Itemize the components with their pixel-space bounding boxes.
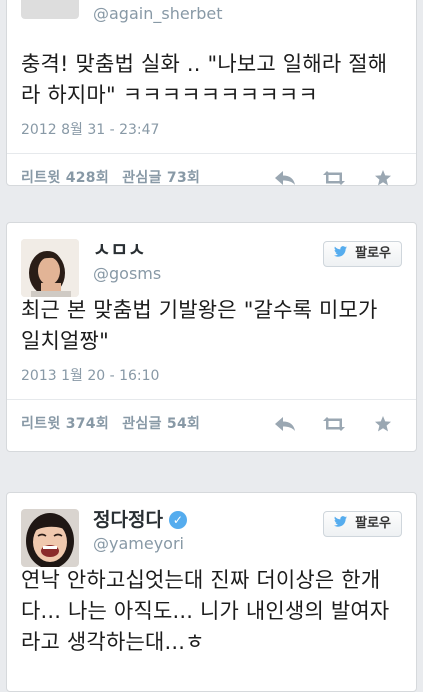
tweet-counts: 리트윗 374회 관심글 54회 [21, 413, 200, 433]
user-handle[interactable]: @gosms [93, 263, 161, 285]
follow-button[interactable]: 팔로우 [322, 241, 402, 267]
tweet-stats: 리트윗 374회 관심글 54회 [7, 400, 416, 444]
reply-icon[interactable] [268, 408, 302, 436]
tweet-card: @again_sherbet 충격! 맞춤법 실화 .. "나보고 일해라 절해… [6, 0, 417, 186]
display-name[interactable]: ㅅㅁㅅ [93, 237, 145, 263]
tweet-date[interactable]: 2013 1월 20 - 16:10 [7, 367, 416, 385]
follow-button[interactable]: 팔로우 [322, 511, 402, 537]
retweet-icon[interactable] [317, 408, 351, 436]
tweet-text: 최근 본 맞춤법 기발왕은 "갈수록 미모가 일치얼짱" [21, 298, 378, 353]
display-name[interactable]: 정다정다 [93, 507, 163, 533]
tweet-text: 연낙 안하고십엇는대 진짜 더이상은 한개다... 나는 아직도... 니가 내… [21, 568, 390, 654]
user-handle[interactable]: @again_sherbet [93, 3, 223, 25]
favorite-count[interactable]: 관심글 54회 [122, 416, 200, 432]
retweet-icon[interactable] [317, 162, 351, 190]
tweet-actions [258, 162, 400, 190]
star-icon[interactable] [366, 408, 400, 436]
twitter-bird-icon [333, 246, 352, 261]
tweet-header: @again_sherbet [7, 0, 416, 49]
avatar[interactable] [21, 239, 79, 297]
favorite-count[interactable]: 관심글 73회 [122, 170, 200, 186]
reply-icon[interactable] [268, 162, 302, 190]
retweet-count[interactable]: 리트윗 428회 [21, 170, 109, 186]
tweet-stats: 리트윗 428회 관심글 73회 [7, 154, 416, 198]
tweet-date[interactable]: 2012 8월 31 - 23:47 [7, 121, 416, 139]
user-handle[interactable]: @yameyori [93, 533, 187, 555]
tweet-text: 충격! 맞춤법 실화 .. "나보고 일해라 절해라 하지마" ㅋㅋㅋㅋㅋㅋㅋㅋ… [21, 52, 388, 107]
follow-label: 팔로우 [355, 516, 391, 531]
avatar[interactable] [21, 0, 79, 19]
star-icon[interactable] [366, 162, 400, 190]
tweet-counts: 리트윗 428회 관심글 73회 [21, 167, 200, 187]
follow-label: 팔로우 [355, 246, 391, 261]
avatar[interactable] [21, 509, 79, 567]
verified-badge-icon: ✓ [168, 511, 187, 529]
tweet-header: 정다정다 ✓ @yameyori 팔로우 [7, 493, 416, 567]
twitter-bird-icon [333, 516, 352, 531]
tweet-actions [258, 408, 400, 436]
tweet-header: ㅅㅁㅅ @gosms 팔로우 [7, 223, 416, 297]
tweet-card: 정다정다 ✓ @yameyori 팔로우 연낙 안하고십엇는대 진짜 더이상은 한… [6, 492, 417, 692]
tweet-card: ㅅㅁㅅ @gosms 팔로우 최근 본 맞춤법 기발왕은 "갈수록 미모가 일치… [6, 222, 417, 452]
retweet-count[interactable]: 리트윗 374회 [21, 416, 109, 432]
